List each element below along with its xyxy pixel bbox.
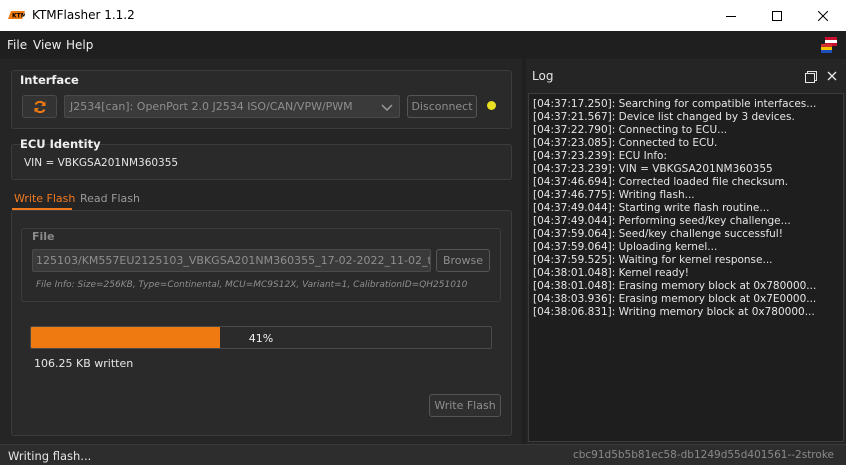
status-text: Writing flash...: [8, 449, 92, 463]
write-progress-bar: 41%: [30, 326, 492, 349]
disconnect-button[interactable]: Disconnect: [407, 95, 477, 118]
log-line: [04:38:01.048]: Erasing memory block at …: [533, 280, 817, 292]
log-line: [04:38:03.936]: Erasing memory block at …: [533, 293, 817, 305]
minimize-button[interactable]: [708, 0, 754, 31]
svg-text:KTM: KTM: [12, 13, 25, 20]
log-panel: Log [04:37:17.250]: Searching for compat…: [526, 59, 846, 444]
float-panel-icon[interactable]: [804, 70, 818, 84]
browse-button[interactable]: Browse: [436, 249, 490, 272]
log-line: [04:38:06.831]: Writing memory block at …: [533, 306, 815, 318]
language-flag-icon[interactable]: [820, 36, 838, 54]
log-line: [04:37:59.064]: Seed/key challenge succe…: [533, 228, 783, 240]
interface-title: Interface: [20, 73, 79, 87]
build-id: cbc91d5b5b81ec58-db1249d55d401561--2stro…: [572, 449, 834, 461]
log-line: [04:37:59.525]: Waiting for kernel respo…: [533, 254, 773, 266]
ktm-logo-icon: KTM: [8, 11, 25, 19]
file-info: File Info: Size=256KB, Type=Continental,…: [36, 280, 468, 290]
log-line: [04:38:01.048]: Kernel ready!: [533, 267, 689, 279]
maximize-button[interactable]: [754, 0, 800, 31]
log-line: [04:37:49.044]: Performing seed/key chal…: [533, 215, 791, 227]
refresh-icon: [34, 100, 45, 113]
window-title: KTMFlasher 1.1.2: [32, 8, 135, 22]
close-button[interactable]: [800, 0, 846, 31]
menu-file[interactable]: File: [7, 38, 27, 52]
write-flash-button[interactable]: Write Flash: [429, 394, 501, 417]
log-title: Log: [532, 69, 554, 83]
log-line: [04:37:46.775]: Writing flash...: [533, 189, 695, 201]
log-line: [04:37:17.250]: Searching for compatible…: [533, 98, 817, 110]
menu-view[interactable]: View: [33, 38, 61, 52]
log-line: [04:37:46.694]: Corrected loaded file ch…: [533, 176, 789, 188]
menu-bar: File View Help: [0, 31, 846, 59]
file-path-value: 125103/KM557EU2125103_VBKGSA201NM360355_…: [36, 254, 430, 267]
log-line: [04:37:23.239]: VIN = VBKGSA201NM360355: [533, 163, 773, 175]
close-icon: [818, 10, 828, 21]
bytes-written: 106.25 KB written: [34, 357, 134, 370]
refresh-button[interactable]: [22, 95, 57, 118]
interface-select[interactable]: J2534[can]: OpenPort 2.0 J2534 ISO/CAN/V…: [64, 95, 400, 118]
connection-status-indicator: [487, 101, 496, 110]
progress-percent: 41%: [248, 332, 274, 345]
file-path-field[interactable]: 125103/KM557EU2125103_VBKGSA201NM360355_…: [32, 249, 431, 272]
title-bar: KTM KTMFlasher 1.1.2: [0, 0, 846, 31]
log-line: [04:37:22.790]: Connecting to ECU...: [533, 124, 728, 136]
tab-write-flash[interactable]: Write Flash: [14, 192, 75, 205]
tab-read-flash[interactable]: Read Flash: [80, 192, 140, 205]
status-bar: Writing flash... cbc91d5b5b81ec58-db1249…: [0, 444, 846, 465]
file-title: File: [32, 230, 55, 243]
chevron-down-icon: [381, 104, 393, 112]
close-panel-icon[interactable]: [825, 69, 839, 83]
ecu-identity-title: ECU Identity: [20, 137, 101, 151]
log-line: [04:37:23.085]: Connected to ECU.: [533, 137, 718, 149]
log-line: [04:37:59.064]: Uploading kernel...: [533, 241, 718, 253]
log-line: [04:37:21.567]: Device list changed by 3…: [533, 111, 795, 123]
interface-select-value: J2534[can]: OpenPort 2.0 J2534 ISO/CAN/V…: [70, 100, 353, 113]
log-line: [04:37:23.239]: ECU Info:: [533, 150, 668, 162]
vin-value: VIN = VBKGSA201NM360355: [24, 157, 179, 169]
log-line: [04:37:49.044]: Starting write flash rou…: [533, 202, 770, 214]
maximize-icon: [772, 10, 782, 21]
log-output[interactable]: [04:37:17.250]: Searching for compatible…: [528, 93, 844, 442]
minimize-icon: [726, 15, 736, 17]
menu-help[interactable]: Help: [66, 38, 93, 52]
